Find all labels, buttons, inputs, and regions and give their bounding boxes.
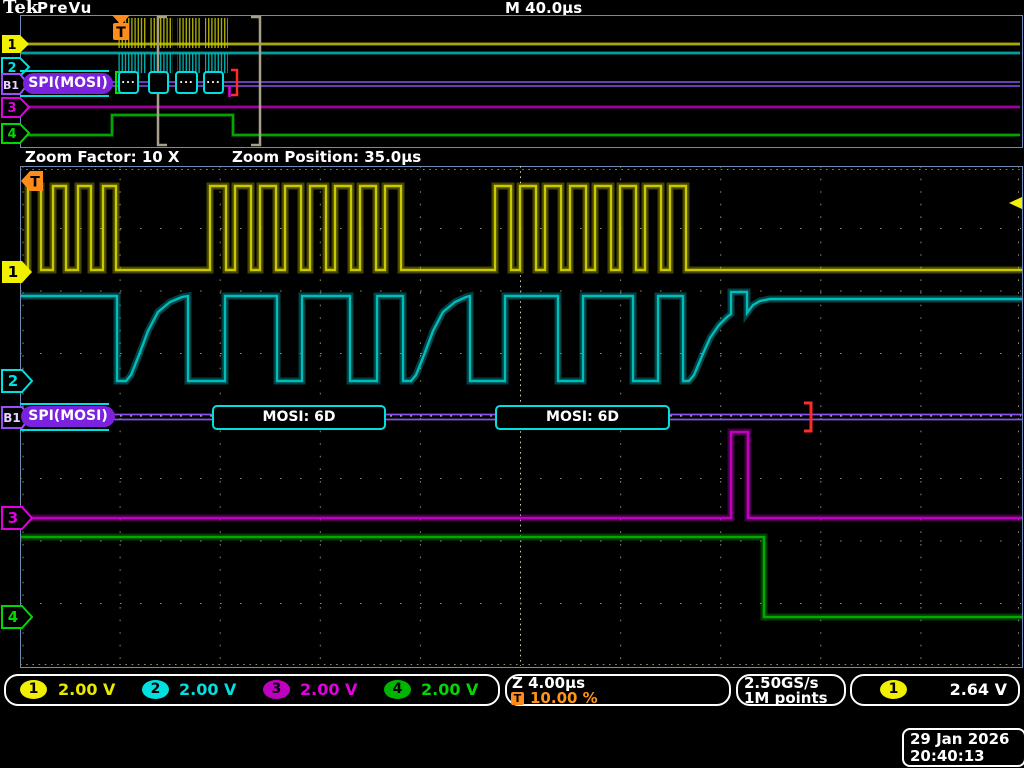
overview-channel4-label: 4 <box>7 127 16 142</box>
ch2-ov-burst-1 <box>118 53 146 73</box>
waveform-display: T 1 2 B1 3 4 T <box>0 0 1024 768</box>
trigger-level-arrow-icon[interactable] <box>1009 197 1022 209</box>
bus-decode-box-1: MOSI: 6D <box>212 405 386 430</box>
channel4-scale[interactable]: 2.00 V <box>421 680 478 699</box>
bus-decode-minibox: ... <box>175 71 198 94</box>
bus-name-label[interactable]: SPI(MOSI) <box>21 406 115 427</box>
channel2-marker[interactable]: 2 <box>2 370 32 392</box>
overview-channel3-marker[interactable]: 3 <box>2 98 29 117</box>
trigger-box[interactable]: 1 2.64 V <box>850 674 1020 706</box>
date-readout: 29 Jan 2026 <box>910 731 1024 748</box>
ch4-main <box>21 537 1022 617</box>
channel4-label: 4 <box>8 608 18 626</box>
channel1-scale[interactable]: 2.00 V <box>58 680 115 699</box>
oscilloscope-screen: { "header": {"logo": "Tek", "status": "P… <box>0 0 1024 768</box>
waveform-traces <box>21 18 1022 617</box>
ch4-overview-halo <box>21 115 1020 135</box>
overview-channel4-marker[interactable]: 4 <box>2 124 29 143</box>
overview-channel1-marker[interactable]: 1 <box>2 35 29 53</box>
channel-scales-box: 1 2.00 V 2 2.00 V 3 2.00 V 4 2.00 V <box>4 674 500 706</box>
ch2-ov-burst-2 <box>150 53 173 73</box>
ch1-main-halo <box>21 186 1022 270</box>
main-trigger-flag[interactable]: T <box>21 171 43 191</box>
bus-name-label-overview[interactable]: SPI(MOSI) <box>23 73 113 94</box>
trigger-flag-label: T <box>116 25 126 41</box>
channel3-label: 3 <box>8 509 18 527</box>
bus-marker-label: B1 <box>3 411 21 425</box>
channel4-badge[interactable]: 4 <box>384 680 411 699</box>
overview-channel1-label: 1 <box>7 38 16 53</box>
scope-markers: T 1 2 B1 3 4 T <box>2 15 1022 699</box>
channel2-badge[interactable]: 2 <box>142 680 169 699</box>
overview-bus-label: B1 <box>3 79 19 92</box>
main-trigger-flag-label: T <box>30 175 40 191</box>
channel3-marker[interactable]: 3 <box>2 507 32 529</box>
bus-decode-minibox: ... <box>118 71 139 94</box>
channel1-label: 1 <box>8 263 18 281</box>
bus-selected-line-top <box>20 403 109 405</box>
ch2-main-halo <box>21 292 1022 381</box>
ch4-main-halo <box>21 537 1022 617</box>
ch2-ov-burst-3 <box>177 53 201 73</box>
trigger-position-readout: 10.00 % <box>530 689 598 707</box>
bus-selected-line-top-overview <box>20 70 109 72</box>
channel1-badge[interactable]: 1 <box>20 680 47 699</box>
ch2-ov-burst-4 <box>205 53 228 73</box>
channel2-scale[interactable]: 2.00 V <box>179 680 236 699</box>
bus-frame-end-bracket-main <box>804 403 811 431</box>
channel3-scale[interactable]: 2.00 V <box>300 680 357 699</box>
overview-channel3-label: 3 <box>7 101 16 116</box>
record-length-readout: 1M points <box>744 689 828 707</box>
bus-decode-minibox: ... <box>203 71 224 94</box>
ch4-overview <box>21 115 1020 135</box>
trigger-level-readout: 2.64 V <box>947 680 1007 699</box>
time-readout: 20:40:13 <box>910 748 1024 765</box>
zoom-window-right-bracket[interactable] <box>251 17 260 145</box>
bus-selected-line-bottom <box>20 429 109 431</box>
ch3-main <box>21 432 1022 518</box>
datetime-box: 29 Jan 2026 20:40:13 <box>902 728 1024 767</box>
trigger-position-icon: T <box>511 692 524 705</box>
channel3-badge[interactable]: 3 <box>263 680 290 699</box>
bus-selected-line-bottom-overview <box>20 95 109 97</box>
channel4-marker[interactable]: 4 <box>2 606 32 628</box>
trigger-source-badge: 1 <box>880 680 907 699</box>
ch3-main-halo <box>21 432 1022 518</box>
bus-decode-box-2: MOSI: 6D <box>495 405 670 430</box>
bus-decode-minibox <box>148 71 169 94</box>
channel2-label: 2 <box>8 372 18 390</box>
